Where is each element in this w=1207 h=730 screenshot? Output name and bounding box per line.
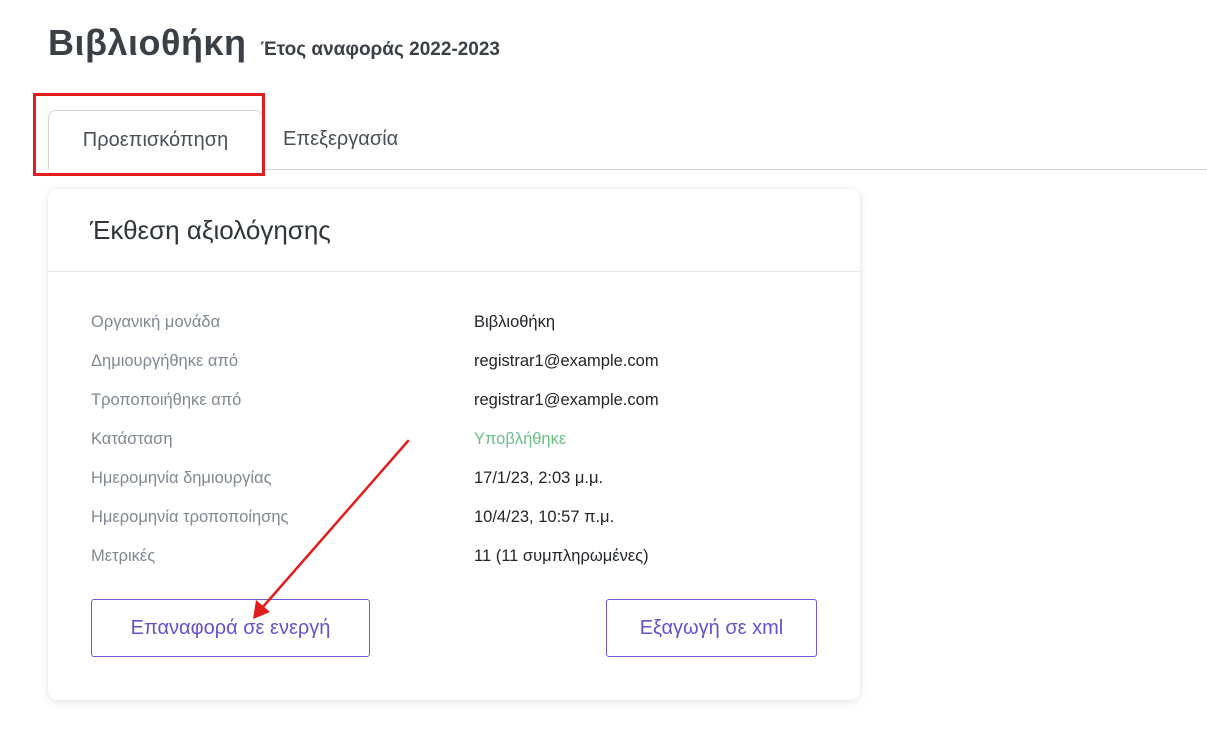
detail-label: Μετρικές (91, 547, 156, 565)
detail-label: Οργανική μονάδα (91, 313, 221, 331)
detail-row-organizational-unit: Οργανική μονάδα Βιβλιοθήκη (91, 303, 831, 342)
detail-label: Δημιουργήθηκε από (91, 352, 239, 370)
tab-bar: Προεπισκόπηση Επεξεργασία (48, 110, 1207, 170)
detail-row-modified-date: Ημερομηνία τροποποίησης 10/4/23, 10:57 π… (91, 498, 831, 537)
revert-to-active-button[interactable]: Επαναφορά σε ενεργή (91, 599, 370, 657)
report-details: Οργανική μονάδα Βιβλιοθήκη Δημιουργήθηκε… (91, 303, 831, 576)
detail-value: 17/1/23, 2:03 μ.μ. (474, 469, 604, 487)
page-header: Βιβλιοθήκη Έτος αναφοράς 2022-2023 (48, 22, 500, 64)
detail-value: Βιβλιοθήκη (474, 313, 556, 331)
tab-edit-label: Επεξεργασία (283, 128, 399, 150)
detail-value: 10/4/23, 10:57 π.μ. (474, 508, 615, 526)
reference-year: Έτος αναφοράς 2022-2023 (260, 39, 501, 60)
evaluation-report-card: Έκθεση αξιολόγησης Οργανική μονάδα Βιβλι… (48, 189, 860, 700)
page: Βιβλιοθήκη Έτος αναφοράς 2022-2023 Προεπ… (0, 0, 1207, 730)
detail-label: Τροποποιήθηκε από (91, 391, 242, 409)
detail-row-created-date: Ημερομηνία δημιουργίας 17/1/23, 2:03 μ.μ… (91, 459, 831, 498)
detail-row-created-by: Δημιουργήθηκε από registrar1@example.com (91, 342, 831, 381)
detail-row-status: Κατάσταση Υποβλήθηκε (91, 420, 831, 459)
detail-value: registrar1@example.com (474, 391, 659, 409)
card-title: Έκθεση αξιολόγησης (90, 214, 331, 245)
detail-label: Κατάσταση (91, 430, 173, 448)
detail-label: Ημερομηνία τροποποίησης (91, 508, 289, 526)
tab-preview-label: Προεπισκόπηση (82, 128, 229, 151)
page-title: Βιβλιοθήκη (48, 22, 247, 63)
detail-row-modified-by: Τροποποιήθηκε από registrar1@example.com (91, 381, 831, 420)
status-badge: Υποβλήθηκε (474, 430, 567, 448)
detail-value: registrar1@example.com (474, 352, 659, 370)
detail-row-metrics: Μετρικές 11 (11 συμπληρωμένες) (91, 537, 831, 576)
detail-label: Ημερομηνία δημιουργίας (91, 469, 272, 487)
detail-value: 11 (11 συμπληρωμένες) (474, 547, 649, 565)
tab-edit[interactable]: Επεξεργασία (266, 110, 415, 169)
export-xml-button[interactable]: Εξαγωγή σε xml (606, 599, 817, 657)
tab-preview[interactable]: Προεπισκόπηση (48, 110, 263, 170)
card-header: Έκθεση αξιολόγησης (48, 189, 860, 272)
